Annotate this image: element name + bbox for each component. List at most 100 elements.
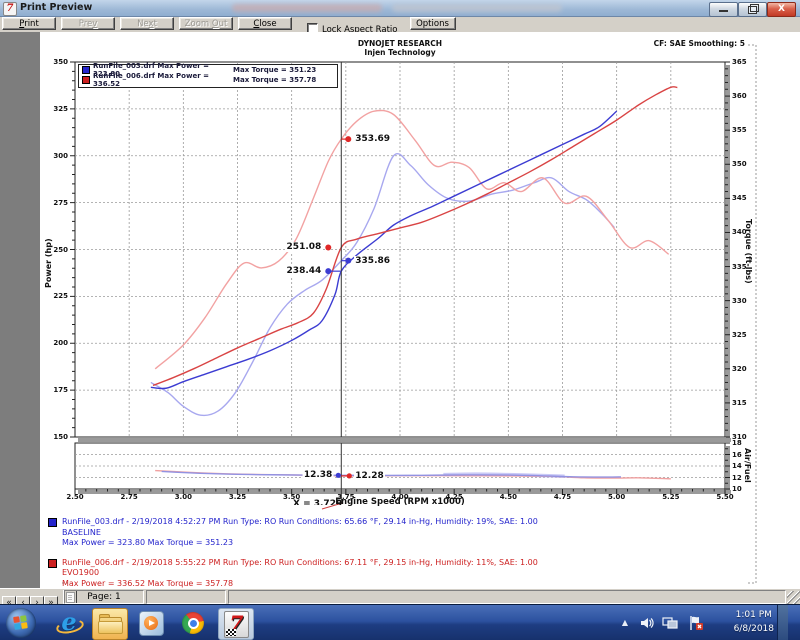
toolbar-button-close[interactable]: Close <box>238 17 292 30</box>
power-tick-label: 225 <box>53 292 68 300</box>
rpm-tick-label: 2.75 <box>121 493 138 501</box>
statusbar-panel <box>228 590 786 604</box>
torque-tick-label: 325 <box>732 331 747 339</box>
run-max-values: Max Power = 323.80 Max Torque = 351.23 <box>62 538 538 549</box>
rpm-tick-label: 3.25 <box>229 493 246 501</box>
rpm-tick-label: 4.00 <box>391 493 408 501</box>
callout-value: 251.08 <box>286 242 323 252</box>
page-indicator: Page: 1 <box>64 590 144 604</box>
toolbar-button-next[interactable]: Next <box>120 17 174 30</box>
run-header: RunFile_006.drf - 2/19/2018 5:55:22 PM R… <box>62 558 538 569</box>
start-button[interactable] <box>6 608 36 638</box>
torque-tick-label: 330 <box>732 297 747 305</box>
power-tick-label: 175 <box>53 386 68 394</box>
taskbar-item-file-explorer[interactable] <box>92 608 128 640</box>
statusbar: «‹›» Page: 1 <box>0 588 800 605</box>
airfuel-tick-label: 16 <box>732 451 742 459</box>
network-icon[interactable] <box>662 616 678 630</box>
rpm-tick-label: 4.25 <box>446 493 463 501</box>
rpm-tick-label: 4.50 <box>500 493 517 501</box>
run-info: RunFile_006.drf - 2/19/2018 5:55:22 PM R… <box>48 558 538 590</box>
power-tick-label: 325 <box>53 105 68 113</box>
taskbar-clock[interactable]: 1:01 PM 6/8/2018 <box>734 608 774 636</box>
chart-legend: RunFile_003.drf Max Power = 323.80Max To… <box>78 64 338 88</box>
windows-logo-icon <box>13 615 29 631</box>
torque-tick-label: 355 <box>732 126 747 134</box>
power-tick-label: 200 <box>53 339 68 347</box>
taskbar-item-internet-explorer[interactable]: e <box>52 608 86 638</box>
callout-value: 335.86 <box>354 256 391 266</box>
winpep7-icon: 7 <box>224 611 249 638</box>
torque-tick-label: 315 <box>732 399 747 407</box>
taskbar-item-media-player[interactable] <box>134 608 168 638</box>
app-icon: 7 <box>3 2 17 16</box>
restore-button[interactable] <box>738 2 767 17</box>
preview-background <box>0 32 40 588</box>
run-header: RunFile_003.drf - 2/19/2018 4:52:27 PM R… <box>62 517 538 528</box>
callout-value: 12.38 <box>303 470 333 480</box>
clock-date: 6/8/2018 <box>734 622 774 636</box>
torque-tick-label: 360 <box>732 92 747 100</box>
window-titlebar: 7 Print Preview X <box>0 0 800 17</box>
legend-row: RunFile_006.drf Max Power = 336.52Max To… <box>79 75 337 85</box>
airfuel-tick-label: 14 <box>732 462 742 470</box>
callout-value: 12.28 <box>354 471 384 481</box>
power-tick-label: 250 <box>53 246 68 254</box>
callout-value: 238.44 <box>286 266 323 276</box>
toolbar-button-print[interactable]: Print <box>2 17 56 30</box>
taskbar-item-chrome[interactable] <box>176 608 210 638</box>
run-swatch <box>48 559 57 568</box>
torque-tick-label: 340 <box>732 228 747 236</box>
run-name: BASELINE <box>62 528 538 539</box>
chart-title: DYNOJET RESEARCH <box>358 39 442 48</box>
y-axis-label-power: Power (hp) <box>44 238 53 288</box>
media-player-icon <box>139 611 164 636</box>
torque-tick-label: 320 <box>732 365 747 373</box>
rpm-tick-label: 5.50 <box>716 493 733 501</box>
torque-tick-label: 335 <box>732 263 747 271</box>
checkered-flag-icon <box>226 629 236 636</box>
power-tick-label: 300 <box>53 152 68 160</box>
run-name: EVO1900 <box>62 568 538 579</box>
legend-swatch <box>82 76 90 84</box>
resize-grip[interactable] <box>787 591 800 604</box>
run-info: RunFile_003.drf - 2/19/2018 4:52:27 PM R… <box>48 517 538 549</box>
legend-torque: Max Torque = 357.78 <box>233 76 316 84</box>
action-center-flag-icon[interactable] <box>688 615 704 631</box>
callout-value: 353.69 <box>354 134 391 144</box>
chart-subtitle: Injen Technology <box>364 48 435 57</box>
airfuel-tick-label: 18 <box>732 439 742 447</box>
titlebar-redacted-text <box>232 4 382 12</box>
hidden-icons-arrow[interactable]: ▲ <box>622 618 628 628</box>
print-preview-toolbar: PrintPrevNextZoom OutCloseLock Aspect Ra… <box>0 17 800 33</box>
taskbar: e 7 ▲ <box>0 604 800 640</box>
folder-icon <box>98 621 123 634</box>
restore-icon <box>739 3 766 16</box>
close-icon: X <box>768 3 795 16</box>
power-tick-label: 275 <box>53 199 68 207</box>
run-swatch <box>48 518 57 527</box>
toolbar-button-zoom-out[interactable]: Zoom Out <box>179 17 233 30</box>
taskbar-item-winpep7[interactable]: 7 <box>218 608 254 640</box>
torque-tick-label: 365 <box>732 58 747 66</box>
close-button[interactable]: X <box>767 2 796 17</box>
rpm-tick-label: 4.75 <box>554 493 571 501</box>
legend-file-power: RunFile_006.drf Max Power = 336.52 <box>93 72 233 88</box>
clock-time: 1:01 PM <box>734 608 774 622</box>
titlebar-redacted-text <box>392 4 562 12</box>
run-info-block: RunFile_003.drf - 2/19/2018 4:52:27 PM R… <box>48 517 538 598</box>
volume-icon[interactable] <box>640 616 654 630</box>
toolbar-button-options[interactable]: Options <box>410 17 456 30</box>
minimize-button[interactable] <box>709 2 738 17</box>
power-tick-label: 150 <box>53 433 68 441</box>
rpm-tick-label: 2.50 <box>66 493 83 501</box>
show-desktop-button[interactable] <box>777 605 788 640</box>
rpm-tick-label: 5.00 <box>608 493 625 501</box>
toolbar-button-prev[interactable]: Prev <box>61 17 115 30</box>
chart-correction-note: CF: SAE Smoothing: 5 <box>654 39 745 48</box>
play-icon <box>144 616 158 630</box>
desktop: 7 Print Preview X Print Prev Next Zoom Out C… <box>0 0 800 640</box>
torque-tick-label: 350 <box>732 160 747 168</box>
rpm-tick-label: 5.25 <box>662 493 679 501</box>
legend-swatch <box>82 66 90 74</box>
